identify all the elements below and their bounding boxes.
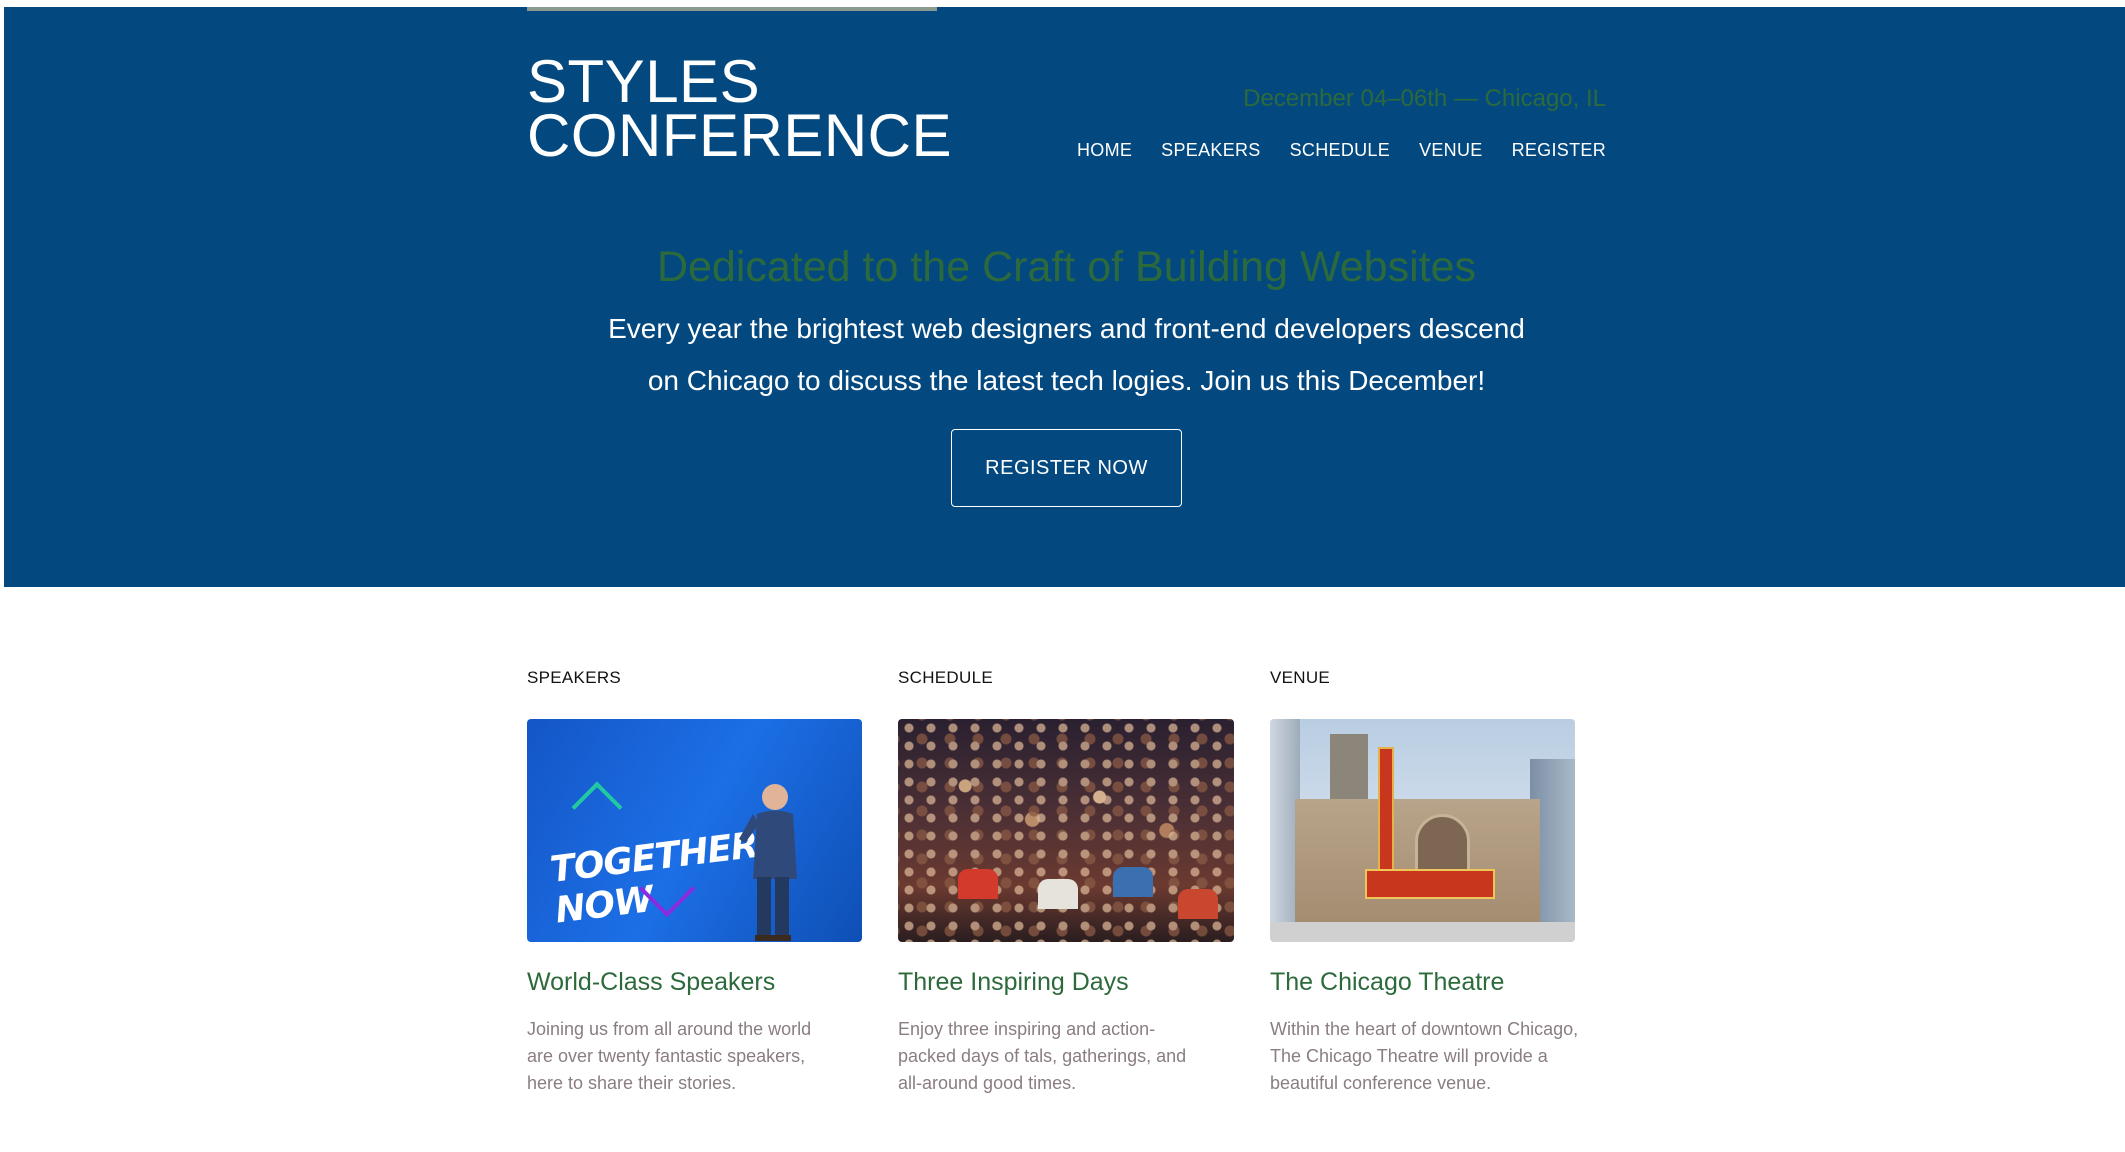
- theatre-marquee: [1365, 869, 1495, 899]
- feature-heading[interactable]: Three Inspiring Days: [898, 968, 1248, 997]
- speakers-image[interactable]: TOGETHER NOW: [527, 719, 862, 942]
- site-logo[interactable]: STYLES CONFERENCE: [527, 48, 953, 169]
- desc-line: here to share their stories.: [527, 1073, 737, 1093]
- hero-intro: Every year the brightest web designers a…: [0, 303, 2125, 407]
- venue-image[interactable]: [1270, 719, 1575, 942]
- audience-member: [1178, 889, 1218, 919]
- desc-line: all-around good times.: [898, 1073, 1077, 1093]
- hero-intro-line-1: Every year the brightest web designers a…: [608, 313, 1525, 344]
- schedule-image[interactable]: [898, 719, 1234, 942]
- nav-schedule[interactable]: SCHEDULE: [1290, 140, 1390, 161]
- speaker-figure: [739, 784, 797, 941]
- chevron-up-icon: [571, 781, 623, 833]
- feature-label: SCHEDULE: [898, 668, 993, 687]
- desc-line: Within the heart of downtown Chicago,: [1270, 1019, 1579, 1039]
- logo-line-2: CONFERENCE: [527, 102, 953, 169]
- desc-line: are over twenty fantastic speakers,: [527, 1046, 806, 1066]
- event-dates: December 04–06th — Chicago, IL: [1243, 85, 1606, 112]
- feature-label: VENUE: [1270, 668, 1331, 687]
- nav-venue[interactable]: VENUE: [1419, 140, 1483, 161]
- nav-speakers[interactable]: SPEAKERS: [1161, 140, 1260, 161]
- street: [1270, 922, 1575, 942]
- audience-member: [1038, 879, 1078, 909]
- feature-label: SPEAKERS: [527, 668, 622, 687]
- nav-register[interactable]: REGISTER: [1512, 140, 1606, 161]
- register-now-button[interactable]: REGISTER NOW: [951, 429, 1182, 507]
- desc-line: beautiful conference venue.: [1270, 1073, 1492, 1093]
- feature-speakers: SPEAKERS TOGETHER NOW World-Class Speake…: [527, 668, 877, 1097]
- desc-line: The Chicago Theatre will provide a: [1270, 1046, 1548, 1066]
- main-nav: HOME SPEAKERS SCHEDULE VENUE REGISTER: [1077, 140, 1606, 161]
- hero-tagline: Dedicated to the Craft of Building Websi…: [656, 243, 1477, 291]
- hero-intro-line-2: on Chicago to discuss the latest tech lo…: [647, 365, 1486, 396]
- feature-description: Enjoy three inspiring and action- packed…: [898, 1016, 1248, 1097]
- top-accent-bar: [527, 7, 937, 11]
- feature-venue: VENUE The Chicago Theatre Within the hea…: [1270, 668, 1620, 1097]
- desc-line: packed days of tals, gatherings, and: [898, 1046, 1187, 1066]
- logo-line-1: STYLES: [527, 48, 761, 115]
- nav-home[interactable]: HOME: [1077, 140, 1132, 161]
- audience-member: [958, 869, 998, 899]
- feature-schedule: SCHEDULE Three Inspiring Days Enjoy thre…: [898, 668, 1248, 1097]
- feature-heading[interactable]: World-Class Speakers: [527, 968, 877, 997]
- audience-member: [1113, 867, 1153, 897]
- desc-line: Joining us from all around the world: [527, 1019, 812, 1039]
- feature-description: Within the heart of downtown Chicago, Th…: [1270, 1016, 1620, 1097]
- desc-line: Enjoy three inspiring and action-: [898, 1019, 1156, 1039]
- feature-description: Joining us from all around the world are…: [527, 1016, 877, 1097]
- page: STYLES CONFERENCE December 04–06th — Chi…: [0, 0, 2125, 1152]
- feature-heading[interactable]: The Chicago Theatre: [1270, 968, 1620, 997]
